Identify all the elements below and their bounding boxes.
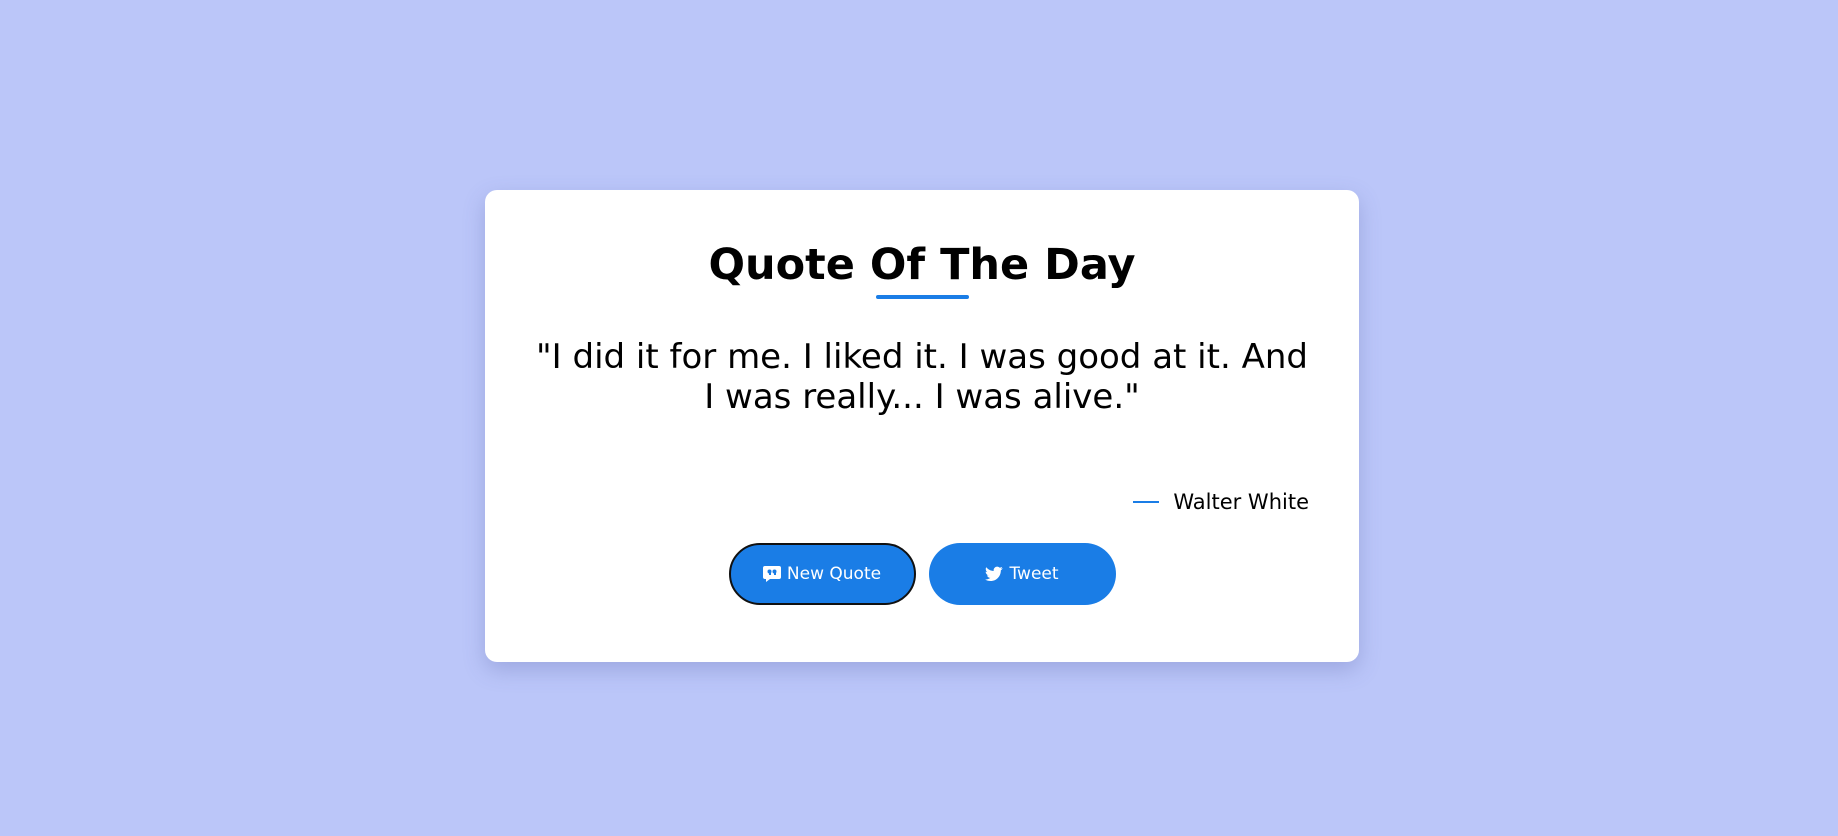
twitter-icon	[985, 566, 1004, 582]
quote-text: "I did it for me. I liked it. I was good…	[536, 337, 1308, 417]
quote-card: Quote Of The Day "I did it for me. I lik…	[485, 190, 1359, 662]
title-underline	[876, 295, 969, 299]
new-quote-label: New Quote	[786, 564, 882, 584]
tweet-label: Tweet	[1009, 564, 1059, 584]
author-dash	[1133, 501, 1160, 503]
new-quote-button[interactable]: New Quote	[728, 543, 916, 605]
quote-bubble-icon	[762, 566, 781, 582]
tweet-button[interactable]: Tweet	[928, 543, 1116, 605]
author-name: Walter White	[1173, 490, 1309, 514]
action-buttons: New Quote Tweet	[485, 543, 1359, 605]
page-title: Quote Of The Day	[708, 240, 1136, 290]
quote-author: Walter White	[1133, 490, 1309, 514]
